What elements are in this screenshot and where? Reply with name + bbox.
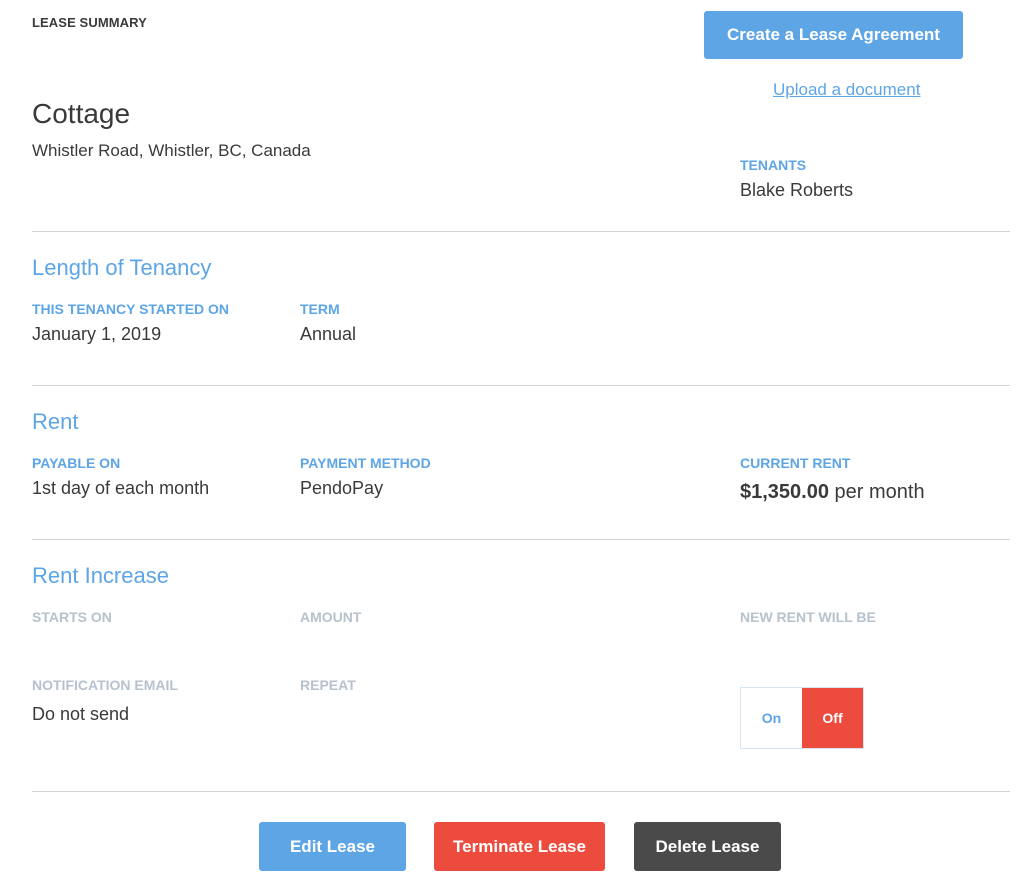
current-rent-value: $1,350.00 per month — [740, 481, 925, 504]
term-value: Annual — [300, 324, 357, 344]
repeat-label: REPEAT — [300, 677, 356, 693]
terminate-lease-button[interactable]: Terminate Lease — [434, 822, 605, 871]
edit-lease-button[interactable]: Edit Lease — [259, 822, 406, 871]
repeat-toggle[interactable]: On Off — [740, 687, 864, 749]
payable-on-value: 1st day of each month — [32, 478, 210, 498]
notification-email-label: NOTIFICATION EMAIL — [32, 677, 178, 693]
create-lease-agreement-button[interactable]: Create a Lease Agreement — [704, 11, 963, 59]
toggle-on-option[interactable]: On — [741, 688, 802, 748]
divider — [32, 791, 1010, 792]
lease-summary-heading: LEASE SUMMARY — [32, 15, 147, 30]
tenant-name: Blake Roberts — [740, 180, 854, 200]
toggle-off-option[interactable]: Off — [802, 688, 863, 748]
tenancy-started-label: THIS TENANCY STARTED ON — [32, 301, 230, 317]
current-rent-label: CURRENT RENT — [740, 455, 851, 471]
starts-on-label: STARTS ON — [32, 609, 112, 625]
delete-lease-button[interactable]: Delete Lease — [634, 822, 781, 871]
current-rent-amount: $1,350.00 — [740, 481, 829, 503]
payment-method-label: PAYMENT METHOD — [300, 455, 431, 471]
term-label: TERM — [300, 301, 340, 317]
current-rent-period: per month — [828, 481, 925, 503]
notification-email-value: Do not send — [32, 704, 130, 724]
property-address: Whistler Road, Whistler, BC, Canada — [32, 141, 311, 160]
divider — [32, 385, 1010, 386]
rent-section-title: Rent — [32, 409, 79, 434]
amount-label: AMOUNT — [300, 609, 362, 625]
property-name: Cottage — [32, 98, 131, 129]
payable-on-label: PAYABLE ON — [32, 455, 121, 471]
divider — [32, 231, 1010, 232]
divider — [32, 539, 1010, 540]
new-rent-label: NEW RENT WILL BE — [740, 609, 876, 625]
tenancy-started-value: January 1, 2019 — [32, 324, 162, 344]
tenants-label: TENANTS — [740, 157, 807, 173]
rent-increase-section-title: Rent Increase — [32, 563, 169, 588]
upload-document-link[interactable]: Upload a document — [773, 80, 920, 100]
payment-method-value: PendoPay — [300, 478, 384, 498]
tenancy-section-title: Length of Tenancy — [32, 255, 212, 280]
